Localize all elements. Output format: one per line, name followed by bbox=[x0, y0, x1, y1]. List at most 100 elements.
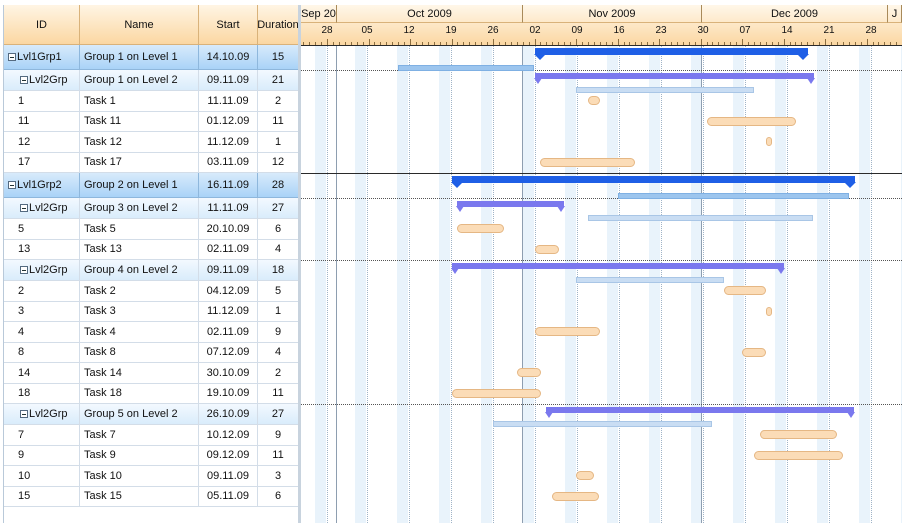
baseline-bar[interactable] bbox=[576, 277, 724, 283]
table-row[interactable]: 9 Task 9 09.12.09 11 bbox=[4, 445, 299, 466]
table-row[interactable]: 1 Task 1 11.11.09 2 bbox=[4, 91, 299, 112]
group-row[interactable]: Lvl2Grp Group 4 on Level 2 09.11.09 18 bbox=[4, 260, 299, 281]
summary-bar-level2[interactable] bbox=[534, 73, 815, 84]
table-row[interactable]: 12 Task 12 11.12.09 1 bbox=[4, 132, 299, 153]
cell-id: Lvl2Grp bbox=[4, 70, 80, 90]
table-row[interactable]: 15 Task 15 05.11.09 6 bbox=[4, 486, 299, 507]
task-bar[interactable] bbox=[552, 492, 599, 501]
task-bar[interactable] bbox=[535, 327, 600, 336]
cell-id-text: Lvl2Grp bbox=[29, 74, 68, 86]
task-bar[interactable] bbox=[707, 117, 796, 126]
baseline-bar[interactable] bbox=[398, 65, 534, 71]
day-label: 02 bbox=[529, 25, 541, 36]
cell-duration-text: 21 bbox=[271, 74, 285, 86]
cell-start-text: 02.11.09 bbox=[206, 243, 249, 256]
week-gridline bbox=[367, 45, 368, 523]
collapse-icon[interactable] bbox=[8, 181, 16, 189]
column-header-duration[interactable]: Duration bbox=[257, 5, 299, 45]
task-bar[interactable] bbox=[452, 389, 541, 398]
task-bar[interactable] bbox=[517, 368, 541, 377]
cell-name: Group 1 on Level 1 bbox=[80, 45, 199, 69]
column-header-name[interactable]: Name bbox=[80, 5, 199, 45]
table-row[interactable]: 14 Task 14 30.10.09 2 bbox=[4, 363, 299, 384]
cell-id-text: 11 bbox=[18, 115, 30, 128]
collapse-icon[interactable] bbox=[8, 53, 16, 61]
cell-name-text: Group 2 on Level 1 bbox=[84, 179, 178, 191]
task-bar[interactable] bbox=[760, 430, 837, 439]
cell-start-text: 26.10.09 bbox=[206, 408, 250, 420]
task-bar[interactable] bbox=[724, 286, 766, 295]
group-row[interactable]: Lvl1Grp1 Group 1 on Level 1 14.10.09 15 bbox=[4, 45, 299, 70]
collapse-icon[interactable] bbox=[20, 410, 28, 418]
cell-name-text: Task 7 bbox=[84, 428, 116, 441]
baseline-bar[interactable] bbox=[588, 215, 813, 221]
weekend-band bbox=[523, 45, 534, 523]
time-scale: Sep 20 Oct 2009 Nov 2009 Dec 2009 J 28 05 12 19 2… bbox=[301, 5, 902, 46]
summary-bar-level1[interactable] bbox=[534, 48, 809, 60]
cell-start: 04.12.09 bbox=[199, 281, 258, 301]
cell-start: 02.11.09 bbox=[199, 322, 258, 342]
summary-bar-level1[interactable] bbox=[451, 176, 856, 188]
baseline-bar[interactable] bbox=[576, 87, 754, 93]
cell-id: Lvl2Grp bbox=[4, 198, 80, 218]
table-row[interactable]: 17 Task 17 03.11.09 12 bbox=[4, 152, 299, 173]
group-row[interactable]: Lvl2Grp Group 5 on Level 2 26.10.09 27 bbox=[4, 404, 299, 425]
weekend-band bbox=[607, 45, 618, 523]
cell-id: 4 bbox=[4, 322, 80, 342]
task-bar[interactable] bbox=[535, 245, 559, 254]
group-row[interactable]: Lvl2Grp Group 3 on Level 2 11.11.09 27 bbox=[4, 198, 299, 219]
collapse-icon[interactable] bbox=[20, 76, 28, 84]
cell-id-text: Lvl2Grp bbox=[29, 202, 68, 214]
weekend-band bbox=[565, 45, 576, 523]
table-row[interactable]: 10 Task 10 09.11.09 3 bbox=[4, 466, 299, 487]
task-bar[interactable] bbox=[766, 137, 772, 146]
cell-start: 11.12.09 bbox=[199, 301, 258, 321]
cell-start: 11.12.09 bbox=[199, 132, 258, 152]
cell-name-text: Task 18 bbox=[84, 387, 122, 400]
table-row[interactable]: 4 Task 4 02.11.09 9 bbox=[4, 322, 299, 343]
summary-bar-level2[interactable] bbox=[456, 201, 565, 212]
month-gridline bbox=[336, 45, 337, 523]
cell-duration-text: 27 bbox=[271, 202, 285, 214]
task-bar[interactable] bbox=[754, 451, 843, 460]
task-bar[interactable] bbox=[576, 471, 594, 480]
collapse-icon[interactable] bbox=[20, 266, 28, 274]
cell-duration: 9 bbox=[258, 322, 299, 342]
cell-id: 1 bbox=[4, 91, 80, 111]
table-row[interactable]: 3 Task 3 11.12.09 1 bbox=[4, 301, 299, 322]
summary-bar-level2[interactable] bbox=[545, 407, 855, 418]
table-row[interactable]: 11 Task 11 01.12.09 11 bbox=[4, 111, 299, 132]
baseline-bar[interactable] bbox=[618, 193, 849, 199]
cell-id: 15 bbox=[4, 486, 80, 506]
day-label: 12 bbox=[403, 25, 415, 36]
task-bar[interactable] bbox=[588, 96, 600, 105]
group-row[interactable]: Lvl1Grp2 Group 2 on Level 1 16.11.09 28 bbox=[4, 173, 299, 198]
baseline-bar[interactable] bbox=[493, 421, 712, 427]
grid-body: Lvl1Grp1 Group 1 on Level 1 14.10.09 15 Lvl2… bbox=[4, 45, 299, 523]
summary-bar-level2[interactable] bbox=[451, 263, 785, 274]
cell-name-text: Task 8 bbox=[84, 346, 116, 359]
month-label: Nov 2009 bbox=[523, 5, 702, 23]
column-header-start[interactable]: Start bbox=[199, 5, 258, 45]
group-row[interactable]: Lvl2Grp Group 1 on Level 2 09.11.09 21 bbox=[4, 70, 299, 91]
cell-start: 10.12.09 bbox=[199, 425, 258, 445]
task-bar[interactable] bbox=[766, 307, 772, 316]
table-row[interactable]: 2 Task 2 04.12.09 5 bbox=[4, 281, 299, 302]
cell-start-text: 01.12.09 bbox=[206, 115, 250, 128]
cell-name: Task 5 bbox=[80, 219, 199, 239]
cell-id-text: 9 bbox=[18, 449, 25, 462]
cell-start-text: 09.11.09 bbox=[206, 264, 249, 276]
task-bar[interactable] bbox=[457, 224, 504, 233]
table-row[interactable]: 8 Task 8 07.12.09 4 bbox=[4, 342, 299, 363]
column-header-id[interactable]: ID bbox=[4, 5, 80, 45]
table-row[interactable]: 7 Task 7 10.12.09 9 bbox=[4, 425, 299, 446]
month-label: Oct 2009 bbox=[337, 5, 523, 23]
table-row[interactable]: 13 Task 13 02.11.09 4 bbox=[4, 239, 299, 260]
task-bar[interactable] bbox=[540, 158, 635, 167]
table-row[interactable]: 18 Task 18 19.10.09 11 bbox=[4, 383, 299, 404]
collapse-icon[interactable] bbox=[20, 204, 28, 212]
task-bar[interactable] bbox=[742, 348, 766, 357]
weekend-band bbox=[315, 45, 326, 523]
table-row[interactable]: 5 Task 5 20.10.09 6 bbox=[4, 219, 299, 240]
cell-start: 11.11.09 bbox=[199, 91, 258, 111]
